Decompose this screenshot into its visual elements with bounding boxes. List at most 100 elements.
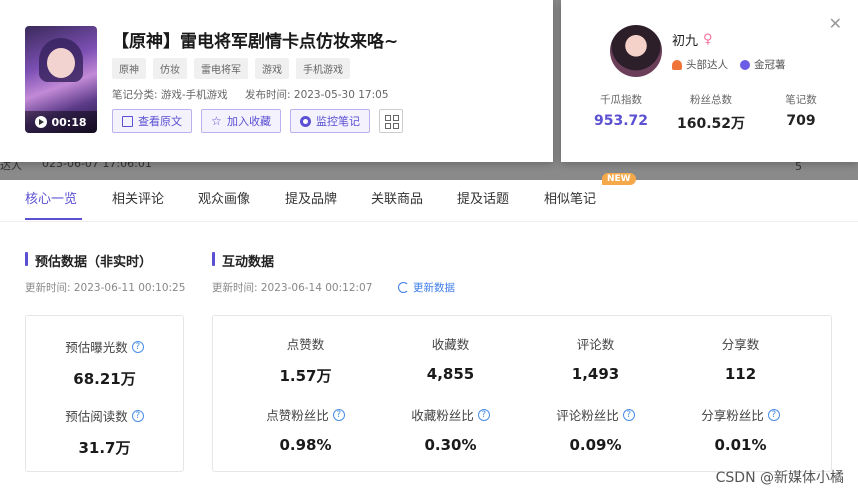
author-stat-label: 千瓜指数 [600,94,642,106]
author-badge-level-label: 头部达人 [686,59,728,71]
note-tag[interactable]: 仿妆 [153,58,187,79]
tab-related-comments[interactable]: 相关评论 [112,188,164,207]
monitor-note-label: 监控笔记 [316,115,360,128]
favorites-fan-ratio-label-row: 收藏粉丝比 ? [378,405,523,424]
qr-code-icon-part [393,115,399,121]
shares-metric: 分享数 112 [668,334,813,383]
author-stat-label: 笔记数 [785,94,817,106]
help-icon[interactable]: ? [477,408,490,421]
video-duration-badge: 00:18 [25,111,97,133]
comments-fan-ratio-metric: 评论粉丝比 ? 0.09% [523,405,668,454]
author-stat: 粉丝总数 160.52万 [671,92,751,133]
refresh-icon [398,282,409,293]
likes-fan-ratio-value: 0.98% [279,436,332,454]
author-name-row: 初九 ♀ [672,30,713,49]
author-name[interactable]: 初九 [672,30,698,49]
female-icon: ♀ [703,32,713,47]
likes-label: 点赞数 [286,337,325,352]
comments-label: 评论数 [576,337,615,352]
favorites-fan-ratio-metric: 收藏粉丝比 ? 0.30% [378,405,523,454]
estimate-exposure-label: 预估曝光数 [65,340,128,355]
favorites-value: 4,855 [426,365,475,383]
estimate-reads-label: 预估阅读数 [65,409,128,424]
favorites-metric: 收藏数 4,855 [378,334,523,383]
favorites-fan-ratio-label: 收藏粉丝比 [411,408,474,423]
shares-fan-ratio-metric: 分享粉丝比 ? 0.01% [668,405,813,454]
note-meta: 笔记分类: 游戏-手机游戏 发布时间: 2023-05-30 17:05 [112,87,389,102]
view-original-label: 查看原文 [138,115,182,128]
author-stat-value: 953.72 [593,113,649,129]
video-duration: 00:18 [51,115,87,129]
favorites-fan-ratio-value: 0.30% [424,436,477,454]
note-tag[interactable]: 雷电将军 [194,58,248,79]
author-card: ✕ 初九 ♀ 头部达人 金冠薯 千瓜指数 953.72 粉丝总数 160.52万… [561,0,858,162]
tab-similar-notes[interactable]: 相似笔记 [544,188,596,207]
note-tag[interactable]: 手机游戏 [296,58,350,79]
estimate-reads-label-row: 预估阅读数 ? [26,406,183,425]
author-stat: 千瓜指数 953.72 [581,92,661,133]
estimate-reads: 预估阅读数 ? 31.7万 [26,406,183,458]
avatar[interactable] [610,25,662,77]
author-stat-value: 709 [786,113,816,129]
likes-fan-ratio-label-row: 点赞粉丝比 ? [233,405,378,424]
note-actions: 查看原文 ☆ 加入收藏 监控笔记 [112,109,403,133]
shares-fan-ratio-label: 分享粉丝比 [701,408,764,423]
star-icon: ☆ [211,113,222,128]
favorites-label: 收藏数 [431,337,470,352]
shares-fan-ratio-value: 0.01% [714,436,767,454]
help-icon[interactable]: ? [131,340,144,353]
play-icon [35,116,48,128]
active-tab-indicator [25,218,82,220]
qr-code-button[interactable] [379,109,403,133]
estimate-exposure-value: 68.21万 [73,370,136,388]
view-original-button[interactable]: 查看原文 [112,109,192,133]
help-icon[interactable]: ? [767,408,780,421]
estimate-section-title: 预估数据（非实时） [25,251,152,270]
tab-core-overview[interactable]: 核心一览 [25,188,77,207]
note-cover[interactable]: 00:18 [25,26,97,133]
note-tags: 原神 仿妆 雷电将军 游戏 手机游戏 [112,58,350,79]
author-badges: 头部达人 金冠薯 [672,57,786,72]
note-published: 发布时间: 2023-05-30 17:05 [245,89,389,101]
interaction-updated-time: 更新时间: 2023-06-14 00:12:07 [212,282,373,294]
refresh-data-label: 更新数据 [413,282,455,294]
estimate-updated-time: 更新时间: 2023-06-11 00:10:25 [25,282,186,294]
estimate-data-box: 预估曝光数 ? 68.21万 预估阅读数 ? 31.7万 [25,315,184,472]
comments-fan-ratio-label: 评论粉丝比 [556,408,619,423]
tab-mentioned-brands[interactable]: 提及品牌 [285,188,337,207]
shares-fan-ratio-label-row: 分享粉丝比 ? [668,405,813,424]
tab-audience-profile[interactable]: 观众画像 [198,188,250,207]
watermark: CSDN @新媒体小橘 [715,470,844,486]
interaction-section-title: 互动数据 [212,251,274,270]
refresh-data-button[interactable]: 更新数据 [398,280,455,295]
interaction-data-box: 点赞数 1.57万 收藏数 4,855 评论数 1,493 分享数 112 点赞… [212,315,832,472]
note-card: 00:18 【原神】雷电将军剧情卡点仿妆来咯~ 原神 仿妆 雷电将军 游戏 手机… [0,0,553,162]
likes-metric: 点赞数 1.57万 [233,334,378,386]
author-stat-value: 160.52万 [676,116,746,132]
help-icon[interactable]: ? [332,408,345,421]
help-icon[interactable]: ? [131,409,144,422]
tab-related-products[interactable]: 关联商品 [371,188,423,207]
shares-label: 分享数 [721,337,760,352]
author-stats: 千瓜指数 953.72 粉丝总数 160.52万 笔记数 709 [581,92,841,133]
likes-fan-ratio-label: 点赞粉丝比 [266,408,329,423]
monitor-note-button[interactable]: 监控笔记 [290,109,370,133]
comments-metric: 评论数 1,493 [523,334,668,383]
tab-mentioned-topics[interactable]: 提及话题 [457,188,509,207]
qr-code-icon [385,115,391,121]
person-icon [672,59,682,70]
help-icon[interactable]: ? [622,408,635,421]
author-badge-crown-label: 金冠薯 [754,59,786,71]
add-favorite-label: 加入收藏 [227,115,271,128]
note-tag[interactable]: 游戏 [255,58,289,79]
close-icon[interactable]: ✕ [829,14,842,33]
add-favorite-button[interactable]: ☆ 加入收藏 [201,109,281,133]
note-category: 笔记分类: 游戏-手机游戏 [112,89,228,101]
comments-fan-ratio-value: 0.09% [569,436,622,454]
note-tag[interactable]: 原神 [112,58,146,79]
comments-fan-ratio-label-row: 评论粉丝比 ? [523,405,668,424]
likes-fan-ratio-metric: 点赞粉丝比 ? 0.98% [233,405,378,454]
author-stat-label: 粉丝总数 [690,94,732,106]
estimate-exposure-label-row: 预估曝光数 ? [26,337,183,356]
comments-value: 1,493 [571,365,620,383]
